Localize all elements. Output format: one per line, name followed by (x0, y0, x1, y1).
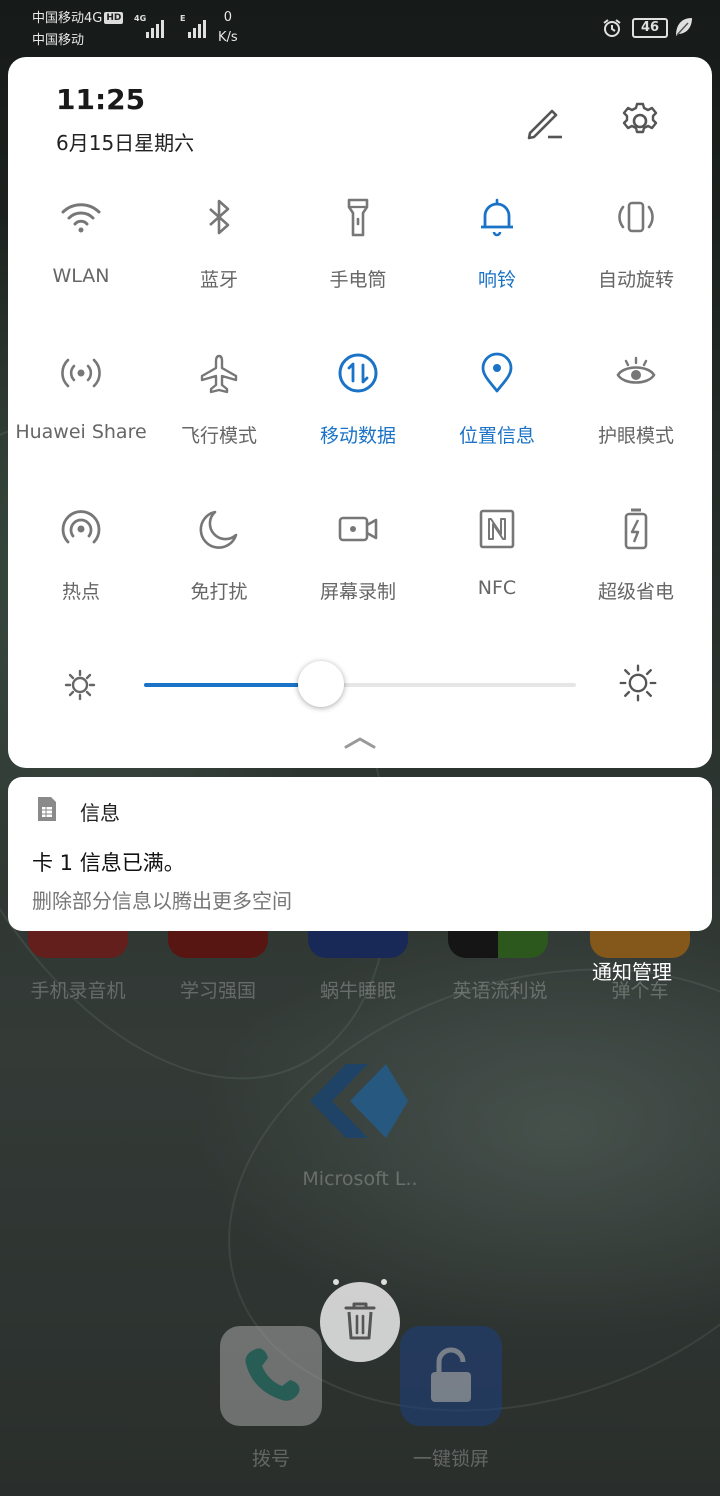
tile-location[interactable]: 位置信息 (427, 351, 567, 471)
share-icon (61, 358, 101, 388)
carrier-line-2: 中国移动 (32, 33, 85, 48)
signal-2-type: E (180, 14, 186, 23)
signal-2-icon (188, 14, 206, 38)
notification-manage-link[interactable]: 通知管理 (592, 956, 672, 985)
mobile-data-icon (338, 353, 378, 393)
tile-label: 手电筒 (329, 269, 387, 291)
carrier-info: 中国移动4G HD 中国移动 (32, 8, 124, 52)
tile-label: 位置信息 (458, 425, 535, 447)
notification-title: 卡 1 信息已满。 (32, 851, 185, 875)
tile-auto-rotate[interactable]: 自动旋转 (566, 195, 706, 315)
chevron-up-icon[interactable] (342, 732, 378, 752)
airplane-icon (200, 354, 238, 394)
power-saving-leaf-icon (676, 18, 692, 36)
quick-settings-panel: 11:25 6月15日星期六 WLAN 蓝牙 手电筒 响铃 自动旋转 Huawe… (8, 57, 712, 768)
tile-label: Huawei Share (15, 421, 147, 443)
brightness-slider[interactable] (144, 661, 576, 707)
brightness-high-icon (619, 664, 657, 702)
bell-icon (481, 198, 513, 237)
nfc-icon (479, 509, 515, 549)
tile-label: WLAN (52, 265, 110, 287)
tile-do-not-disturb[interactable]: 免打扰 (149, 507, 289, 627)
notification-app-name: 信息 (80, 801, 120, 825)
signal-1-type: 4G (134, 14, 147, 23)
tile-huawei-share[interactable]: Huawei Share (11, 351, 151, 471)
flashlight-icon (347, 198, 369, 237)
signal-1-icon (146, 14, 164, 38)
tile-super-power-saving[interactable]: 超级省电 (566, 507, 706, 627)
trash-icon (344, 1302, 376, 1340)
battery-icon: 46 (632, 18, 668, 38)
status-bar: 中国移动4G HD 中国移动 4G E 0 K/s 46 (0, 0, 720, 56)
clear-notifications-button[interactable] (320, 1282, 400, 1362)
gear-icon[interactable] (618, 99, 662, 143)
brightness-slider-thumb[interactable] (298, 661, 344, 707)
eye-icon (616, 356, 656, 384)
tile-label: 响铃 (477, 269, 516, 291)
hotspot-icon (61, 510, 101, 544)
tile-airplane[interactable]: 飞行模式 (149, 351, 289, 471)
rotate-icon (618, 201, 654, 233)
tile-hotspot[interactable]: 热点 (11, 507, 151, 627)
tile-label: 蓝牙 (199, 269, 238, 291)
tile-label: 飞行模式 (180, 425, 257, 447)
moon-icon (199, 510, 238, 549)
tile-flashlight[interactable]: 手电筒 (288, 195, 428, 315)
notification-body: 删除部分信息以腾出更多空间 (32, 889, 292, 913)
brightness-slider-fill (144, 683, 321, 687)
tile-label: 超级省电 (597, 581, 674, 603)
tile-label: 免打扰 (190, 581, 248, 603)
hd-badge: HD (104, 12, 124, 24)
pencil-icon[interactable] (522, 99, 566, 143)
screen-record-icon (338, 516, 378, 542)
clock-date: 6月15日星期六 (56, 131, 195, 155)
tile-screen-record[interactable]: 屏幕录制 (288, 507, 428, 627)
tile-wlan[interactable]: WLAN (11, 195, 151, 315)
network-speed: 0 K/s (218, 8, 238, 48)
tile-label: 屏幕录制 (319, 581, 396, 603)
tile-label: 移动数据 (319, 425, 396, 447)
tile-mobile-data[interactable]: 移动数据 (288, 351, 428, 471)
network-speed-unit: K/s (218, 30, 238, 45)
tile-bluetooth[interactable]: 蓝牙 (149, 195, 289, 315)
tile-label: 自动旋转 (597, 269, 674, 291)
tile-label: 护眼模式 (597, 425, 674, 447)
carrier-line-1: 中国移动4G (32, 11, 103, 26)
tile-label: 热点 (61, 581, 100, 603)
alarm-icon (603, 19, 621, 37)
battery-saver-icon (624, 508, 648, 550)
location-icon (481, 352, 513, 393)
tile-ringer[interactable]: 响铃 (427, 195, 567, 315)
tile-label: NFC (477, 577, 517, 599)
clock-time: 11:25 (56, 83, 146, 116)
brightness-low-icon (64, 669, 96, 701)
wifi-icon (61, 203, 101, 233)
notification-card[interactable]: 信息 卡 1 信息已满。 删除部分信息以腾出更多空间 (8, 777, 712, 931)
tile-nfc[interactable]: NFC (427, 507, 567, 627)
network-speed-value: 0 (223, 10, 232, 25)
sim-card-icon (38, 797, 56, 821)
tile-eye-comfort[interactable]: 护眼模式 (566, 351, 706, 471)
bluetooth-icon (209, 199, 230, 235)
